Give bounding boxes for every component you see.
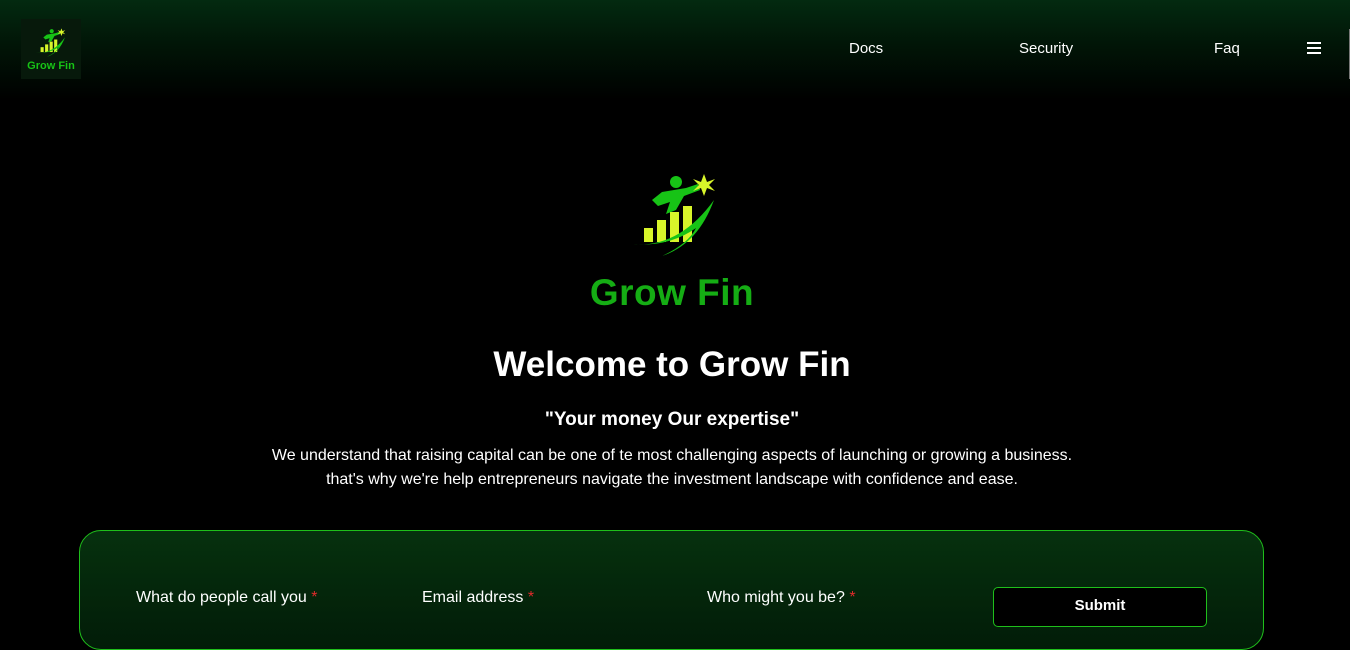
nav-security-link[interactable]: Security — [1019, 40, 1073, 57]
page-title: Welcome to Grow Fin — [493, 345, 851, 384]
required-mark: * — [849, 589, 856, 606]
name-field-label: What do people call you * — [136, 589, 317, 607]
name-label-text: What do people call you — [136, 589, 307, 606]
description-line: We understand that raising capital can b… — [271, 447, 1073, 464]
role-label-text: Who might you be? — [707, 589, 845, 606]
growth-logo-icon — [628, 174, 715, 256]
email-label-text: Email address — [422, 589, 524, 606]
growth-logo-icon — [35, 27, 66, 57]
hamburger-menu-icon[interactable] — [1307, 42, 1321, 54]
brand-logo[interactable]: Grow Fin — [21, 19, 81, 79]
required-mark: * — [311, 589, 318, 606]
role-field-label: Who might you be? * — [707, 589, 856, 607]
description-line: that's why we're help entrepreneurs navi… — [326, 471, 1018, 488]
brand-name: Grow Fin — [27, 59, 75, 72]
tagline: "Your money Our expertise" — [544, 409, 800, 430]
required-mark: * — [527, 589, 535, 606]
nav-docs-link[interactable]: Docs — [849, 40, 883, 57]
email-field-label: Email address * — [422, 589, 534, 607]
hero-description: We understand that raising capital can b… — [0, 444, 1344, 492]
nav-faq-link[interactable]: Faq — [1214, 40, 1240, 57]
submit-button[interactable]: Submit — [993, 587, 1207, 627]
hero-logo-text: Grow Fin — [589, 272, 755, 313]
top-header: Grow Fin Docs Security Faq — [0, 0, 1350, 100]
